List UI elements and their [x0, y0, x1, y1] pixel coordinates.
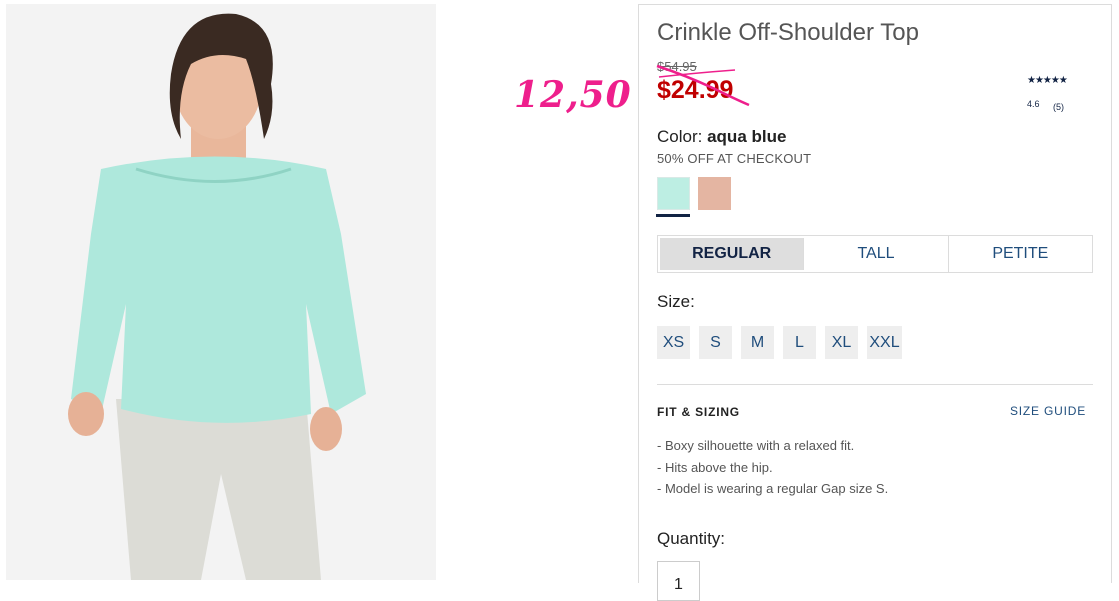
- tab-tall[interactable]: TALL: [804, 236, 949, 272]
- model-photo: [6, 4, 436, 580]
- product-image: [6, 4, 436, 580]
- product-details-panel: Crinkle Off-Shoulder Top $54.95 $24.99 ★…: [638, 4, 1112, 601]
- color-name: aqua blue: [707, 127, 787, 146]
- fit-bullets: - Boxy silhouette with a relaxed fit. - …: [657, 435, 888, 500]
- sale-price: $24.99: [657, 76, 734, 104]
- fit-bullet: - Hits above the hip.: [657, 459, 773, 475]
- rating-value: 4.6: [1027, 99, 1040, 109]
- color-label-line: Color: aqua blue: [657, 127, 786, 147]
- handwritten-price-annotation: 12,50: [514, 74, 632, 116]
- fit-bullet: - Boxy silhouette with a relaxed fit.: [657, 438, 855, 453]
- selected-swatch-indicator: [656, 214, 690, 217]
- size-xxl-button[interactable]: XXL: [867, 326, 902, 359]
- size-options: XS S M L XL XXL: [657, 326, 911, 359]
- rating-stars-icon: ★★★★★: [1027, 75, 1068, 86]
- swatch-blush[interactable]: [698, 177, 731, 210]
- size-xl-button[interactable]: XL: [825, 326, 858, 359]
- quantity-select[interactable]: 1: [657, 561, 700, 601]
- size-label: Size:: [657, 292, 695, 311]
- size-guide-link[interactable]: SIZE GUIDE: [1010, 404, 1086, 418]
- size-l-button[interactable]: L: [783, 326, 816, 359]
- fit-sizing-heading: FIT & SIZING: [657, 405, 740, 419]
- divider: [657, 384, 1093, 385]
- fit-bullet: - Model is wearing a regular Gap size S.: [657, 481, 889, 496]
- size-m-button[interactable]: M: [741, 326, 774, 359]
- size-xs-button[interactable]: XS: [657, 326, 690, 359]
- promo-text: 50% OFF AT CHECKOUT: [657, 151, 812, 166]
- size-s-button[interactable]: S: [699, 326, 732, 359]
- swatch-aqua-blue[interactable]: [657, 177, 690, 210]
- tab-petite[interactable]: PETITE: [949, 236, 1092, 272]
- product-title: Crinkle Off-Shoulder Top: [657, 19, 919, 46]
- original-price: $54.95: [657, 59, 697, 74]
- tab-regular[interactable]: REGULAR: [660, 238, 805, 270]
- fit-tabs: REGULAR TALL PETITE: [657, 235, 1093, 273]
- rating-count: (5): [1053, 102, 1064, 112]
- product-rating[interactable]: ★★★★★ 4.6 (5): [1027, 75, 1087, 112]
- color-label: Color:: [657, 127, 703, 146]
- quantity-label: Quantity:: [657, 529, 726, 548]
